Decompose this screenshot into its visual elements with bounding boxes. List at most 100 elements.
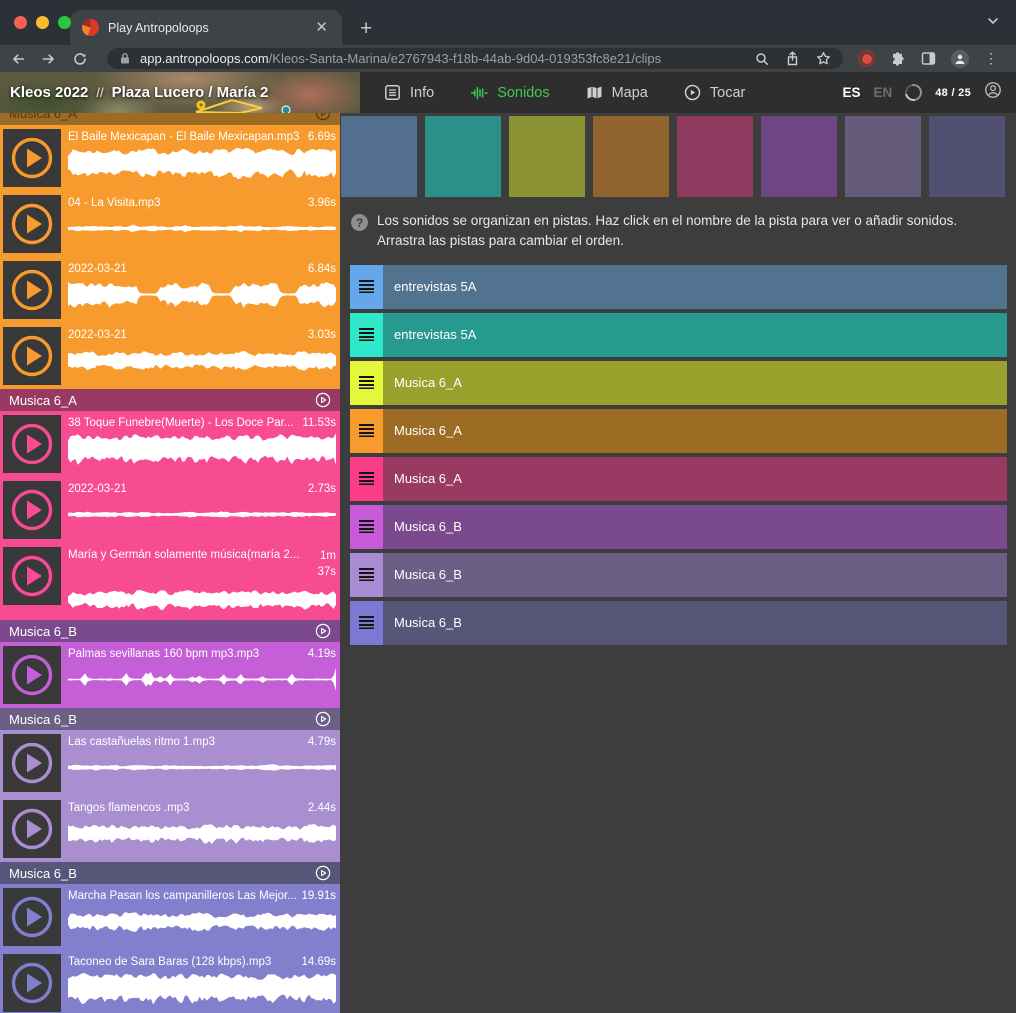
profile-avatar[interactable] (951, 50, 969, 68)
close-window-button[interactable] (14, 16, 27, 29)
clip-play-button[interactable] (3, 800, 61, 858)
track-body[interactable]: Musica 6_A (383, 409, 1007, 453)
tab-tocar[interactable]: Tocar (684, 84, 745, 101)
clip-title: 04 - La Visita.mp3 (68, 197, 304, 209)
track-color-swatch[interactable] (509, 116, 585, 197)
tab-info[interactable]: Info (384, 84, 434, 101)
audio-clip[interactable]: Tangos flamencos .mp3 2.44s (0, 796, 340, 862)
track-row[interactable]: Musica 6_B (350, 505, 1007, 549)
tab-close-icon[interactable]: ✕ (313, 18, 330, 37)
track-header-label: Musica 6_A (9, 393, 315, 408)
lock-icon[interactable] (119, 52, 131, 65)
track-header[interactable]: Musica 6_B (0, 862, 340, 884)
audio-clip[interactable]: 2022-03-21 6.84s (0, 257, 340, 323)
track-row[interactable]: entrevistas 5A (350, 265, 1007, 309)
track-body[interactable]: entrevistas 5A (383, 265, 1007, 309)
track-row[interactable]: Musica 6_A (350, 409, 1007, 453)
new-tab-button[interactable]: + (360, 18, 372, 39)
minimize-window-button[interactable] (36, 16, 49, 29)
drag-handle-icon[interactable] (350, 457, 383, 501)
tab-mapa[interactable]: Mapa (586, 85, 648, 101)
back-button[interactable] (10, 51, 26, 67)
track-row[interactable]: Musica 6_B (350, 553, 1007, 597)
bookmark-star-icon[interactable] (816, 51, 831, 66)
track-color-swatch[interactable] (425, 116, 501, 197)
lang-es-button[interactable]: ES (842, 85, 860, 100)
clip-body: Tangos flamencos .mp3 2.44s (68, 800, 336, 858)
audio-clip[interactable]: Palmas sevillanas 160 bpm mp3.mp3 4.19s (0, 642, 340, 708)
clip-play-button[interactable] (3, 195, 61, 253)
clip-play-button[interactable] (3, 415, 61, 473)
drag-handle-icon[interactable] (350, 505, 383, 549)
clip-play-button[interactable] (3, 888, 61, 946)
browser-tab[interactable]: Play Antropoloops ✕ (70, 10, 342, 45)
reload-button[interactable] (72, 51, 88, 67)
track-body[interactable]: entrevistas 5A (383, 313, 1007, 357)
track-header-label: Musica 6_B (9, 866, 315, 881)
track-body[interactable]: Musica 6_B (383, 601, 1007, 645)
track-color-swatch[interactable] (845, 116, 921, 197)
drag-handle-icon[interactable] (350, 409, 383, 453)
waveform (68, 498, 336, 531)
clip-play-button[interactable] (3, 734, 61, 792)
tab-sonidos[interactable]: Sonidos (470, 85, 549, 101)
track-row[interactable]: Musica 6_A (350, 361, 1007, 405)
audio-clip[interactable]: María y Germán solamente música(maría 2.… (0, 543, 340, 620)
track-header[interactable]: Musica 6_B (0, 620, 340, 642)
track-body[interactable]: Musica 6_A (383, 457, 1007, 501)
play-circle-icon[interactable] (315, 865, 331, 881)
audio-clip[interactable]: 2022-03-21 2.73s (0, 477, 340, 543)
lang-en-button[interactable]: EN (873, 85, 892, 100)
audio-clip[interactable]: Las castañuelas ritmo 1.mp3 4.79s (0, 730, 340, 796)
clip-play-button[interactable] (3, 327, 61, 385)
drag-handle-icon[interactable] (350, 361, 383, 405)
track-row[interactable]: Musica 6_B (350, 601, 1007, 645)
side-panel-icon[interactable] (921, 51, 936, 66)
clip-play-button[interactable] (3, 129, 61, 187)
tab-search-chevron-icon[interactable] (986, 14, 1000, 33)
share-icon[interactable] (786, 51, 799, 66)
track-header[interactable]: Musica 6_A (0, 389, 340, 411)
address-bar[interactable]: app.antropoloops.com/Kleos-Santa-Marina/… (107, 48, 843, 69)
record-extension-icon[interactable] (858, 50, 875, 67)
play-circle-icon[interactable] (315, 711, 331, 727)
audio-clip[interactable]: 38 Toque Funebre(Muerte) - Los Doce Par.… (0, 411, 340, 477)
audio-clip[interactable]: Taconeo de Sara Baras (128 kbps).mp3 14.… (0, 950, 340, 1013)
track-body[interactable]: Musica 6_B (383, 505, 1007, 549)
play-circle-icon[interactable] (315, 392, 331, 408)
track-body[interactable]: Musica 6_A (383, 361, 1007, 405)
forward-button[interactable] (41, 51, 57, 67)
track-color-swatch[interactable] (761, 116, 837, 197)
play-circle-icon[interactable] (315, 113, 331, 121)
audio-clip[interactable]: 04 - La Visita.mp3 3.96s (0, 191, 340, 257)
track-row[interactable]: Musica 6_A (350, 457, 1007, 501)
clip-play-button[interactable] (3, 646, 61, 704)
track-row[interactable]: entrevistas 5A (350, 313, 1007, 357)
drag-handle-icon[interactable] (350, 601, 383, 645)
zoom-page-icon[interactable] (755, 52, 769, 66)
drag-handle-icon[interactable] (350, 553, 383, 597)
app-nav: Info Sonidos Mapa Tocar (360, 72, 842, 113)
track-header[interactable]: Musica 6_A (0, 113, 340, 125)
extensions-puzzle-icon[interactable] (890, 51, 906, 67)
track-body[interactable]: Musica 6_B (383, 553, 1007, 597)
drag-handle-icon[interactable] (350, 265, 383, 309)
track-color-swatch[interactable] (341, 116, 417, 197)
track-color-swatch[interactable] (929, 116, 1005, 197)
audio-clip[interactable]: Marcha Pasan los campanilleros Las Mejor… (0, 884, 340, 950)
zoom-window-button[interactable] (58, 16, 71, 29)
drag-handle-icon[interactable] (350, 313, 383, 357)
account-icon[interactable] (984, 81, 1002, 104)
clip-play-button[interactable] (3, 261, 61, 319)
clip-play-button[interactable] (3, 954, 61, 1012)
project-name: Kleos 2022 (10, 84, 88, 101)
track-color-swatch[interactable] (593, 116, 669, 197)
clip-play-button[interactable] (3, 547, 61, 605)
audio-clip[interactable]: El Baile Mexicapan - El Baile Mexicapan.… (0, 125, 340, 191)
browser-menu-icon[interactable]: ⋮ (984, 50, 998, 67)
track-color-swatch[interactable] (677, 116, 753, 197)
clip-play-button[interactable] (3, 481, 61, 539)
play-circle-icon[interactable] (315, 623, 331, 639)
audio-clip[interactable]: 2022-03-21 3.03s (0, 323, 340, 389)
track-header[interactable]: Musica 6_B (0, 708, 340, 730)
